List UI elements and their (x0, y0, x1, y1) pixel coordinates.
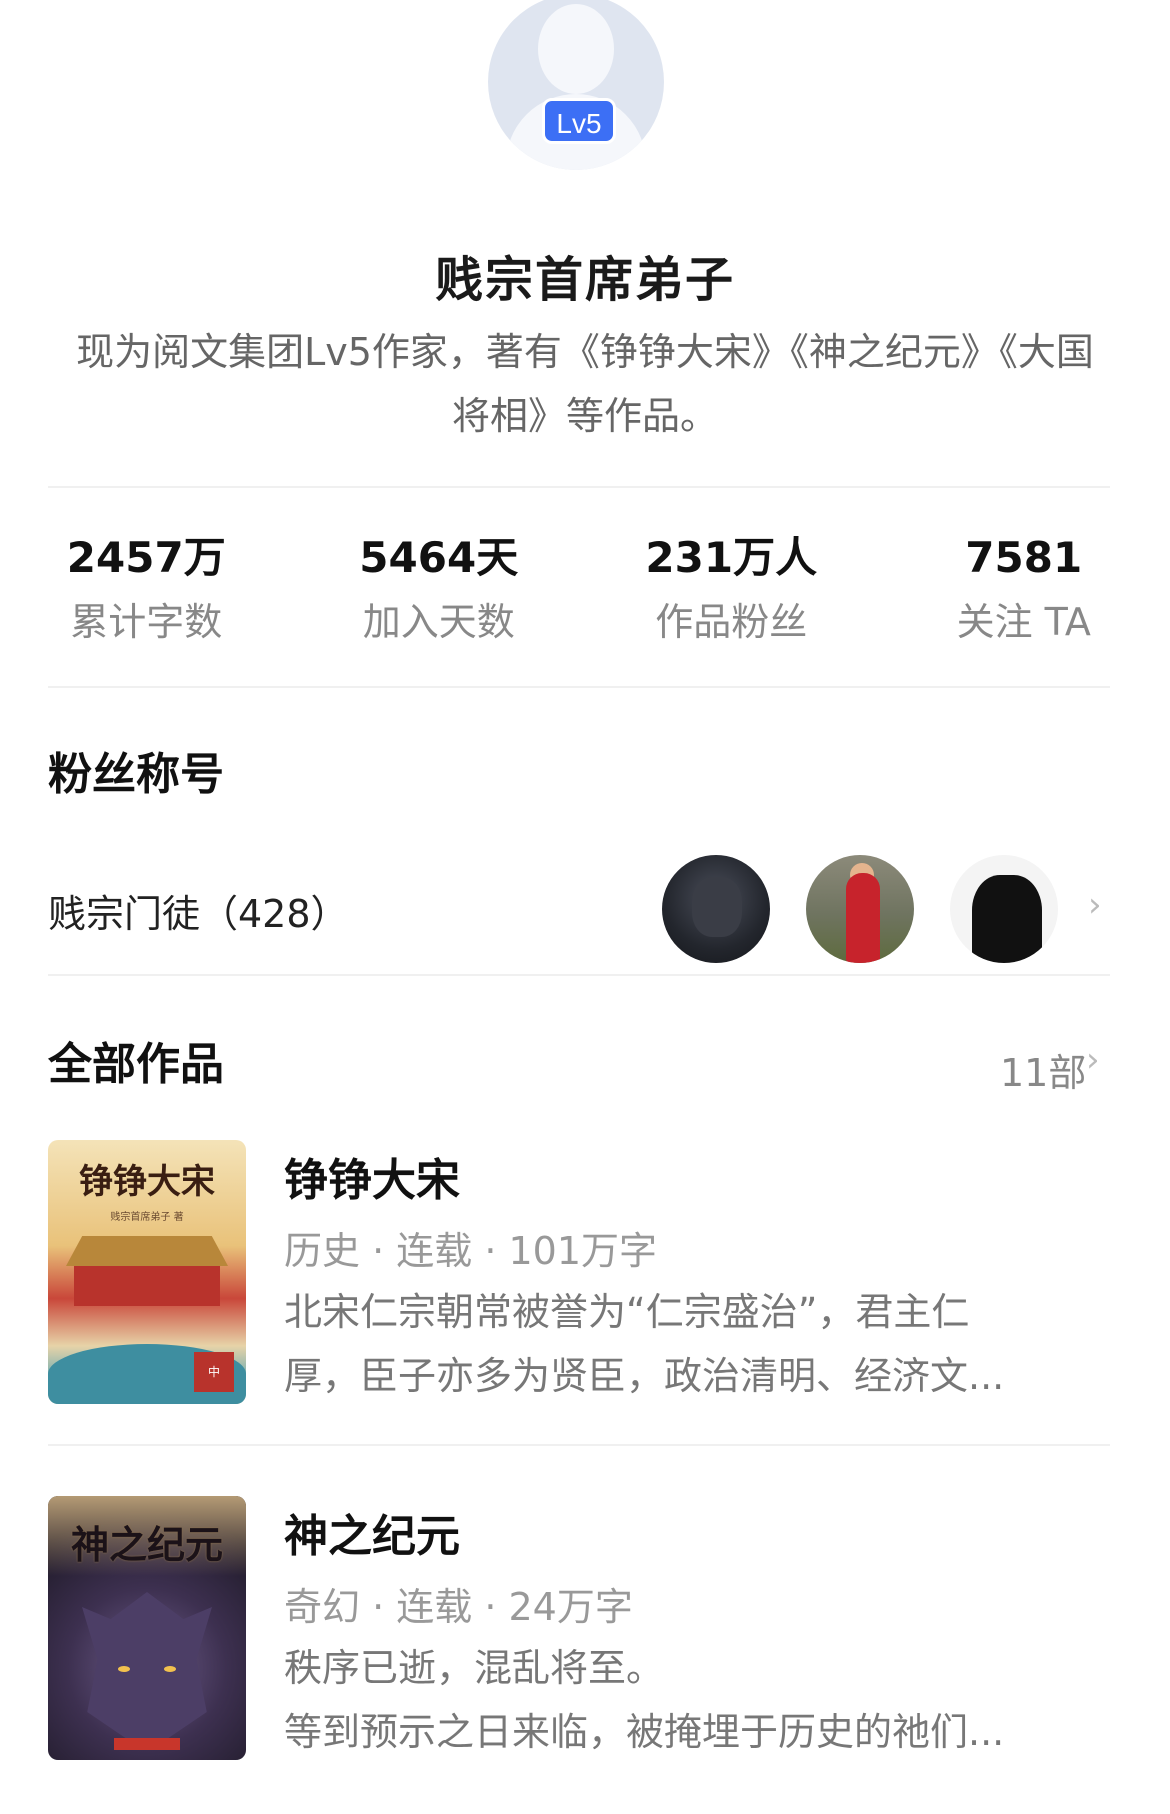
book-cover[interactable]: 铮铮大宋 贱宗首席弟子 著 中 (48, 1140, 246, 1404)
book-desc-line: 厚，臣子亦多为贤臣，政治清明、经济文... (284, 1354, 1005, 1398)
fan-avatar (950, 855, 1058, 963)
author-bio: 现为阅文集团Lv5作家，著有《铮铮大宋》《神之纪元》《大国将相》等作品。 (76, 330, 1094, 438)
fan-title-row[interactable]: 贱宗门徒（428） › (48, 855, 1120, 965)
fan-title-heading: 粉丝称号 (48, 749, 224, 800)
divider (48, 974, 1110, 976)
book-desc-line: 等到预示之日来临，被掩埋于历史的祂们... (284, 1710, 1005, 1754)
fan-title-label: 贱宗门徒（428） (48, 892, 349, 936)
book-description: 秩序已逝，混乱将至。 等到预示之日来临，被掩埋于历史的祂们... (284, 1636, 1120, 1764)
fan-avatar (662, 855, 770, 963)
divider (48, 1444, 1110, 1446)
stat-following[interactable]: 7581 关注 TA (878, 530, 1170, 660)
stat-label: 加入天数 (362, 600, 515, 644)
book-meta: 奇幻 · 连载 · 24万字 (284, 1585, 633, 1629)
stat-total-words: 2457万 累计字数 (0, 530, 293, 660)
book-meta: 历史 · 连载 · 101万字 (284, 1229, 658, 1273)
cover-title: 铮铮大宋 (79, 1162, 215, 1202)
stat-join-days: 5464天 加入天数 (293, 530, 586, 660)
book-item-2[interactable]: 神之纪元 神之纪元 奇幻 · 连载 · 24万字 秩序已逝，混乱将至。 等到预示… (48, 1496, 1120, 1786)
stat-value: 7581 (965, 533, 1083, 582)
book-description: 北宋仁宗朝常被誉为“仁宗盛治”，君主仁 厚，臣子亦多为贤臣，政治清明、经济文..… (284, 1280, 1120, 1408)
stat-value: 231万人 (645, 533, 818, 582)
stat-label: 累计字数 (70, 600, 223, 644)
stat-label: 作品粉丝 (655, 600, 808, 644)
chevron-right-icon: › (1088, 885, 1102, 925)
author-name: 贱宗首席弟子 (434, 252, 735, 308)
works-heading: 全部作品 (48, 1039, 224, 1090)
cover-subtitle: 贱宗首席弟子 著 (110, 1212, 184, 1223)
cover-title: 神之纪元 (70, 1522, 223, 1567)
book-title[interactable]: 神之纪元 (284, 1500, 460, 1564)
book-title[interactable]: 铮铮大宋 (284, 1144, 460, 1208)
stat-label: 关注 TA (956, 600, 1091, 644)
book-item-1[interactable]: 铮铮大宋 贱宗首席弟子 著 中 铮铮大宋 历史 · 连载 · 101万字 北宋仁… (48, 1140, 1120, 1430)
works-count-link[interactable]: 11部 (1000, 1042, 1086, 1097)
stat-fans[interactable]: 231万人 作品粉丝 (585, 530, 878, 660)
book-cover[interactable]: 神之纪元 (48, 1496, 246, 1760)
fan-avatar (806, 855, 914, 963)
divider (48, 486, 1110, 488)
stat-value: 2457万 (66, 533, 226, 582)
author-avatar[interactable]: Lv5 (488, 0, 668, 170)
stat-value: 5464天 (359, 533, 519, 582)
book-desc-line: 北宋仁宗朝常被誉为“仁宗盛治”，君主仁 (284, 1290, 970, 1334)
chevron-right-icon[interactable]: › (1086, 1040, 1100, 1080)
book-desc-line: 秩序已逝，混乱将至。 (284, 1646, 665, 1690)
level-badge: Lv5 (542, 98, 616, 144)
dragon-illustration (82, 1592, 212, 1742)
divider (48, 686, 1110, 688)
stats-row: 2457万 累计字数 5464天 加入天数 231万人 作品粉丝 7581 关注… (0, 530, 1170, 660)
cover-seal: 中 (194, 1352, 234, 1392)
